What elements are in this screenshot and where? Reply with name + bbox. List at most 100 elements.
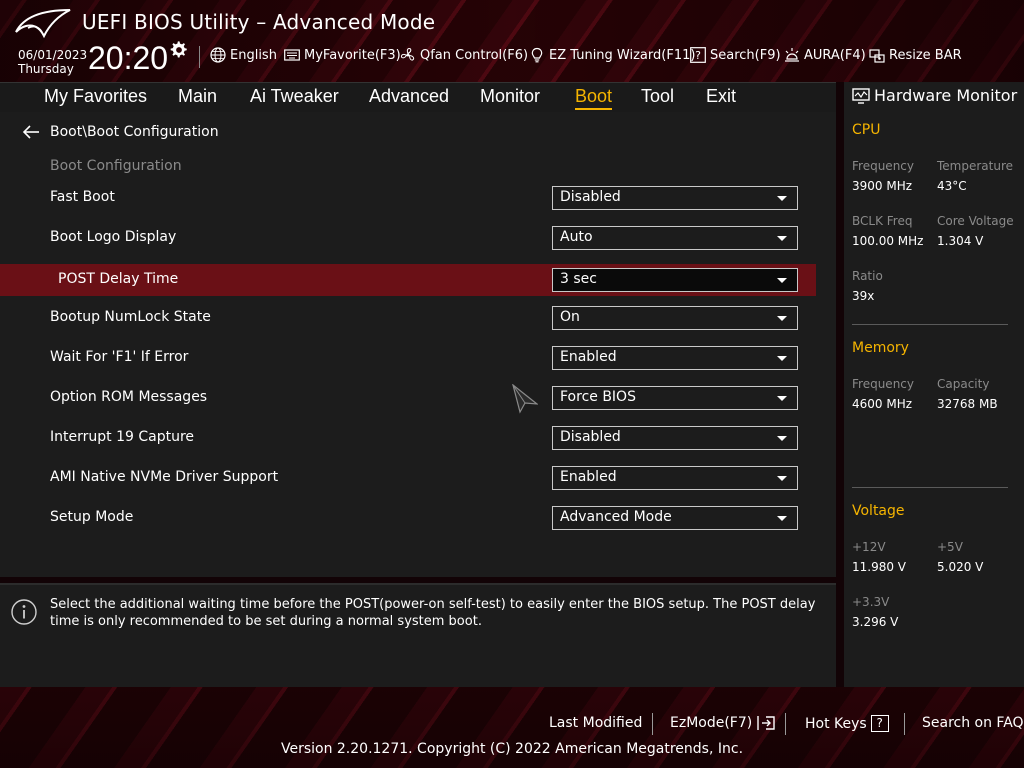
footer-bar: Last Modified EzMode(F7) Hot Keys ? Sear… bbox=[0, 687, 1024, 768]
setting-row-option-rom-messages[interactable]: Option ROM Messages Force BIOS bbox=[0, 382, 816, 414]
hot-keys-button[interactable]: Hot Keys ? bbox=[805, 715, 889, 732]
dropdown-value: Advanced Mode bbox=[560, 509, 672, 525]
hardware-monitor-label: Hardware Monitor bbox=[874, 86, 1018, 105]
gear-icon[interactable] bbox=[170, 41, 188, 59]
search-faq-button[interactable]: Search on FAQ bbox=[922, 715, 1024, 731]
hardware-monitor-panel: Hardware Monitor CPU Frequency Temperatu… bbox=[844, 82, 1024, 687]
setting-label: POST Delay Time bbox=[58, 271, 179, 287]
setting-row-setup-mode[interactable]: Setup Mode Advanced Mode bbox=[0, 502, 816, 534]
setting-row-interrupt-19-capture[interactable]: Interrupt 19 Capture Disabled bbox=[0, 422, 816, 454]
question-key-icon: ? bbox=[870, 715, 889, 732]
keyboard-icon bbox=[284, 49, 300, 61]
boot-logo-display-dropdown[interactable]: Auto bbox=[552, 226, 798, 250]
tab-advanced[interactable]: Advanced bbox=[369, 86, 449, 107]
breadcrumb[interactable]: Boot\Boot Configuration bbox=[22, 124, 219, 140]
tab-tool[interactable]: Tool bbox=[641, 86, 674, 107]
tab-ai-tweaker[interactable]: Ai Tweaker bbox=[250, 86, 339, 107]
language-button[interactable]: English bbox=[210, 47, 277, 63]
resize-bar-button[interactable]: Resize BAR bbox=[869, 47, 962, 63]
post-delay-time-dropdown[interactable]: 3 sec bbox=[552, 268, 798, 292]
breadcrumb-path: Boot\Boot Configuration bbox=[50, 124, 219, 140]
last-modified-button[interactable]: Last Modified bbox=[549, 715, 642, 731]
caret-down-icon bbox=[777, 476, 787, 481]
aura-button[interactable]: AURA(F4) bbox=[784, 47, 866, 63]
core-voltage-value: 1.304 V bbox=[937, 234, 984, 248]
qfan-label: Qfan Control(F6) bbox=[420, 47, 529, 63]
setting-label: Fast Boot bbox=[50, 189, 115, 205]
help-text: Select the additional waiting time befor… bbox=[50, 597, 816, 629]
setting-row-post-delay-time[interactable]: POST Delay Time 3 sec bbox=[0, 264, 816, 296]
dropdown-value: Enabled bbox=[560, 469, 617, 485]
resize-bar-icon bbox=[869, 49, 885, 63]
last-modified-label: Last Modified bbox=[549, 715, 643, 731]
ratio-value: 39x bbox=[852, 289, 875, 303]
fan-icon bbox=[400, 47, 415, 61]
option-rom-messages-dropdown[interactable]: Force BIOS bbox=[552, 386, 798, 410]
day-text: Thursday bbox=[18, 62, 74, 76]
globe-icon bbox=[210, 47, 226, 63]
ez-tuning-wizard-button[interactable]: EZ Tuning Wizard(F11) bbox=[529, 47, 695, 63]
qfan-control-button[interactable]: Qfan Control(F6) bbox=[400, 47, 528, 63]
tab-exit[interactable]: Exit bbox=[706, 86, 736, 107]
cpu-temperature-value: 43°C bbox=[937, 179, 967, 193]
ezmode-label: EzMode(F7) bbox=[670, 715, 753, 731]
dropdown-value: Enabled bbox=[560, 349, 617, 365]
footer-divider bbox=[652, 713, 653, 735]
setting-row-ami-nvme-driver[interactable]: AMI Native NVMe Driver Support Enabled bbox=[0, 462, 816, 494]
dropdown-value: 3 sec bbox=[560, 271, 597, 287]
search-faq-label: Search on FAQ bbox=[922, 715, 1024, 731]
setting-row-fast-boot[interactable]: Fast Boot Disabled bbox=[0, 182, 816, 214]
interrupt-19-capture-dropdown[interactable]: Disabled bbox=[552, 426, 798, 450]
ami-nvme-driver-dropdown[interactable]: Enabled bbox=[552, 466, 798, 490]
cpu-temperature-label: Temperature bbox=[937, 159, 1014, 173]
tab-monitor[interactable]: Monitor bbox=[480, 86, 540, 107]
tab-boot[interactable]: Boot bbox=[575, 86, 613, 110]
caret-down-icon bbox=[777, 356, 787, 361]
caret-down-icon bbox=[777, 196, 787, 201]
setup-mode-dropdown[interactable]: Advanced Mode bbox=[552, 506, 798, 530]
ezmode-button[interactable]: EzMode(F7) bbox=[670, 715, 776, 731]
setting-row-wait-for-f1[interactable]: Wait For 'F1' If Error Enabled bbox=[0, 342, 816, 374]
v12-label: +12V bbox=[852, 540, 886, 554]
section-heading: Boot Configuration bbox=[50, 158, 182, 174]
tab-my-favorites[interactable]: My Favorites bbox=[44, 86, 147, 107]
help-panel: Select the additional waiting time befor… bbox=[0, 583, 836, 687]
v33-label: +3.3V bbox=[852, 595, 890, 609]
bootup-numlock-state-dropdown[interactable]: On bbox=[552, 306, 798, 330]
v5-label: +5V bbox=[937, 540, 963, 554]
wait-for-f1-dropdown[interactable]: Enabled bbox=[552, 346, 798, 370]
setting-row-boot-logo-display[interactable]: Boot Logo Display Auto bbox=[0, 222, 816, 254]
tab-main[interactable]: Main bbox=[178, 86, 217, 107]
date-display: 06/01/2023 Thursday bbox=[18, 48, 87, 76]
memory-frequency-value: 4600 MHz bbox=[852, 397, 913, 411]
cpu-frequency-value: 3900 MHz bbox=[852, 179, 913, 193]
v33-value: 3.296 V bbox=[852, 615, 899, 629]
help-search-icon: ? bbox=[690, 47, 706, 63]
bclk-freq-label: BCLK Freq bbox=[852, 214, 913, 228]
memory-capacity-value: 32768 MB bbox=[937, 397, 998, 411]
copyright-text: Version 2.20.1271. Copyright (C) 2022 Am… bbox=[280, 741, 744, 757]
lightbulb-icon bbox=[531, 47, 543, 63]
search-label: Search(F9) bbox=[710, 47, 781, 63]
bclk-freq-value: 100.00 MHz bbox=[852, 234, 924, 248]
v5-value: 5.020 V bbox=[937, 560, 984, 574]
section-divider bbox=[852, 324, 1008, 325]
dropdown-value: Force BIOS bbox=[560, 389, 636, 405]
search-button[interactable]: ? Search(F9) bbox=[690, 47, 781, 63]
resize-bar-label: Resize BAR bbox=[889, 47, 962, 63]
dropdown-value: Disabled bbox=[560, 189, 621, 205]
cpu-frequency-label: Frequency bbox=[852, 159, 914, 173]
back-arrow-icon[interactable] bbox=[22, 125, 40, 139]
v12-value: 11.980 V bbox=[852, 560, 907, 574]
clock-display: 20:20 bbox=[88, 40, 169, 76]
memory-frequency-label: Frequency bbox=[852, 377, 914, 391]
setting-row-bootup-numlock-state[interactable]: Bootup NumLock State On bbox=[0, 302, 816, 334]
core-voltage-label: Core Voltage bbox=[937, 214, 1014, 228]
footer-divider bbox=[785, 713, 786, 735]
setting-label: Wait For 'F1' If Error bbox=[50, 349, 189, 365]
myfavorite-button[interactable]: MyFavorite(F3) bbox=[284, 47, 401, 63]
cpu-section-title: CPU bbox=[852, 122, 881, 138]
caret-down-icon bbox=[777, 278, 787, 283]
fast-boot-dropdown[interactable]: Disabled bbox=[552, 186, 798, 210]
setting-label: Bootup NumLock State bbox=[50, 309, 211, 325]
